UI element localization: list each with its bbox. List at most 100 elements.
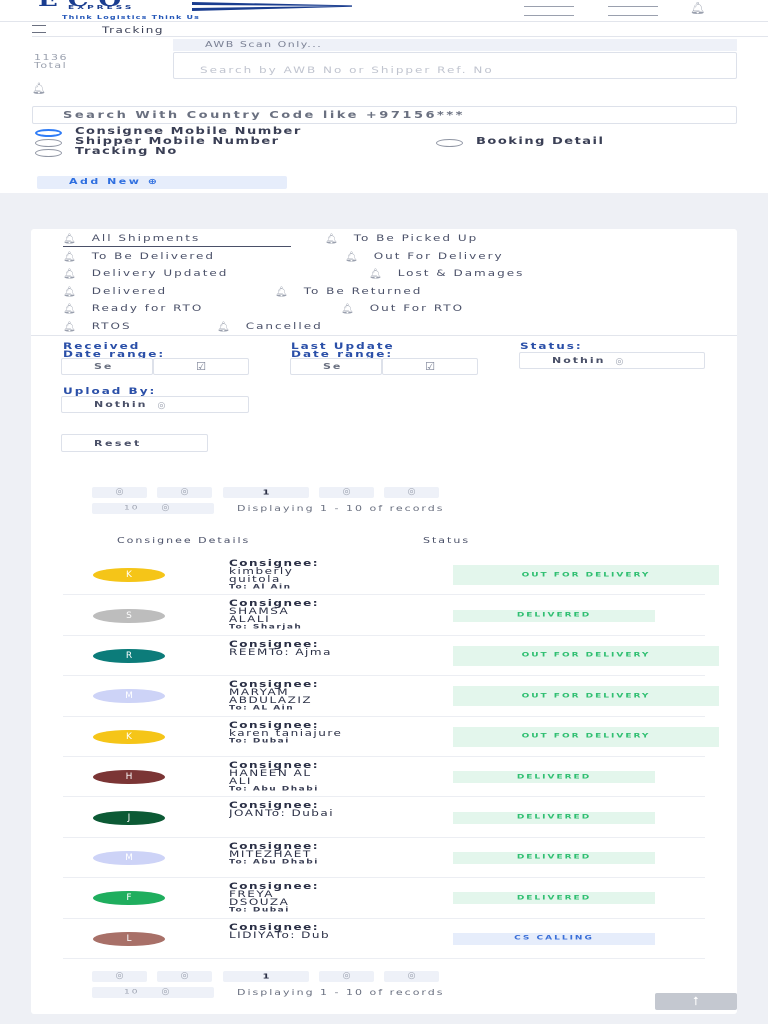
- avatar: S: [93, 608, 165, 623]
- avatar: R: [93, 648, 165, 663]
- brand-sub: EXPRESS: [68, 5, 135, 11]
- destination: To: AL Ain: [229, 704, 295, 712]
- consignee-name: REEMTo: Ajma: [229, 646, 332, 657]
- page-title: Tracking: [102, 24, 164, 36]
- consignee-info: Consignee: MITEZHAET To: Abu Dhabi: [229, 842, 419, 876]
- tab-all-shipments[interactable]: 🔔︎ All Shipments: [63, 231, 200, 245]
- consignee-info: Consignee: SHAMSA ALALI To: Sharjah: [229, 599, 419, 633]
- shipments-table-body: K Consignee: kimberly quitola To: Al Ain OUT …: [63, 555, 719, 959]
- tab-icon: 🔔︎: [63, 234, 78, 245]
- tab-delivery-updated[interactable]: 🔔︎ Delivery Updated: [63, 266, 228, 280]
- consignee-info: Consignee: karen taniajure To: Dubai: [229, 721, 419, 755]
- status-badge: DELIVERED: [453, 811, 655, 824]
- page-size-select[interactable]: 10 ◎: [92, 503, 214, 514]
- consignee-name-line2: ALALI: [229, 614, 271, 625]
- awb-label: AWB Scan Only...: [173, 39, 737, 51]
- table-row[interactable]: J Consignee: JOANTo: Dubai DELIVERED: [63, 797, 705, 838]
- tab-icon: 🔔︎: [63, 269, 78, 280]
- tab-lost-damages[interactable]: 🔔︎ Lost & Damages: [369, 266, 524, 280]
- received-date-input[interactable]: Se: [61, 358, 153, 375]
- shipments-card: 🔔︎ All Shipments 🔔︎ To Be Picked Up 🔔︎ To B…: [31, 229, 737, 1014]
- received-calendar-icon[interactable]: ☑: [153, 358, 249, 375]
- tab-out-for-rto[interactable]: 🔔︎ Out For RTO: [341, 301, 464, 315]
- status-badge: OUT FOR DELIVERY: [453, 645, 719, 666]
- table-row[interactable]: M Consignee: MITEZHAET To: Abu Dhabi DELIVER…: [63, 838, 705, 879]
- tab-out-for-delivery[interactable]: 🔔︎ Out For Delivery: [345, 249, 504, 263]
- last-update-date-input[interactable]: Se: [290, 358, 382, 375]
- avatar: M: [93, 689, 165, 704]
- table-row[interactable]: H Consignee: HANEEN AL ALI To: Abu Dhabi DELI…: [63, 757, 705, 798]
- awb-search-input[interactable]: Search by AWB No or Shipper Ref. No: [173, 52, 737, 79]
- table-row[interactable]: R Consignee: REEMTo: Ajma OUT FOR DELIVERY: [63, 636, 719, 677]
- last-page-button[interactable]: ◎: [384, 487, 439, 498]
- sidebar-toggle-icon[interactable]: [32, 25, 46, 33]
- total-label: Total: [34, 60, 68, 71]
- bell-icon[interactable]: 🔔︎: [32, 82, 46, 95]
- tab-rtos[interactable]: 🔔︎ RTOS: [63, 319, 132, 333]
- reset-button[interactable]: Reset: [61, 434, 208, 452]
- avatar: F: [93, 891, 165, 906]
- radio-shipper-mobile[interactable]: [35, 139, 62, 147]
- table-row[interactable]: K Consignee: karen taniajure To: Dubai OUT F…: [63, 717, 719, 757]
- last-page-button-bottom[interactable]: ◎: [384, 971, 439, 982]
- radio-tracking-no[interactable]: [35, 149, 62, 157]
- tab-cancelled[interactable]: 🔔︎ Cancelled: [217, 319, 323, 333]
- tab-delivered[interactable]: 🔔︎ Delivered: [63, 284, 167, 298]
- tab-to-be-picked-up[interactable]: 🔔︎ To Be Picked Up: [325, 231, 478, 245]
- status-dropdown-icon: ◎: [615, 357, 626, 367]
- upload-by-select[interactable]: Nothin ◎: [61, 396, 249, 413]
- avatar: K: [93, 568, 165, 583]
- prev-page-button-bottom[interactable]: ◎: [157, 971, 212, 982]
- consignee-info: Consignee: JOANTo: Dubai: [229, 801, 419, 835]
- consignee-info: Consignee: FREYA DSOUZA To: Dubai: [229, 882, 419, 916]
- consignee-name: JOANTo: Dubai: [229, 808, 335, 819]
- avatar: L: [93, 931, 165, 946]
- status-badge: OUT FOR DELIVERY: [453, 686, 719, 707]
- current-page-button[interactable]: 1: [223, 487, 309, 498]
- status-filter-label: Status:: [520, 340, 583, 352]
- page-size-select-bottom[interactable]: 10 ◎: [92, 987, 214, 998]
- radio-consignee-mobile[interactable]: [35, 129, 62, 137]
- next-page-button[interactable]: ◎: [319, 487, 374, 498]
- status-badge: DELIVERED: [453, 771, 655, 784]
- avatar: J: [93, 810, 165, 825]
- table-row[interactable]: M Consignee: MARYAM ABDULAZIZ To: AL Ain OUT …: [63, 676, 719, 717]
- list-menu-icon[interactable]: [608, 6, 658, 16]
- menu-icon[interactable]: [524, 6, 574, 16]
- pagination-summary-bottom: Displaying 1 - 10 of records: [237, 987, 445, 998]
- tab-ready-for-rto[interactable]: 🔔︎ Ready for RTO: [63, 301, 203, 315]
- first-page-button[interactable]: ◎: [92, 487, 147, 498]
- destination: To: Al Ain: [229, 583, 292, 591]
- first-page-button-bottom[interactable]: ◎: [92, 971, 147, 982]
- table-row[interactable]: K Consignee: kimberly quitola To: Al Ain OUT …: [63, 555, 719, 596]
- active-tab-underline: [63, 246, 291, 247]
- consignee-name-line2: quitola: [229, 573, 281, 585]
- status-badge: OUT FOR DELIVERY: [453, 565, 719, 586]
- next-page-button-bottom[interactable]: ◎: [319, 971, 374, 982]
- received-date-label: Received Date range:: [63, 340, 166, 360]
- radio-booking-detail[interactable]: [436, 139, 463, 147]
- last-update-calendar-icon[interactable]: ☑: [382, 358, 478, 375]
- tab-icon: 🔔︎: [341, 304, 356, 315]
- page-size-dropdown-icon: ◎: [161, 987, 172, 997]
- prev-page-button[interactable]: ◎: [157, 487, 212, 498]
- tab-to-be-delivered[interactable]: 🔔︎ To Be Delivered: [63, 249, 215, 263]
- arrow-up-icon: ⭡: [693, 994, 699, 1008]
- consignee-info: Consignee: kimberly quitola To: Al Ain: [229, 559, 419, 593]
- table-row[interactable]: F Consignee: FREYA DSOUZA To: Dubai DELIVERED: [63, 878, 705, 919]
- status-filter-select[interactable]: Nothin ◎: [519, 352, 705, 369]
- avatar: M: [93, 850, 165, 865]
- tab-icon: 🔔︎: [345, 252, 360, 263]
- column-header-consignee: Consignee Details: [117, 535, 251, 546]
- add-new-button[interactable]: Add New ⊕: [37, 176, 287, 189]
- brand-swoosh-icon: [192, 2, 352, 11]
- notification-bell-icon[interactable]: 🔔︎: [690, 1, 705, 15]
- brand-logo[interactable]: ECO EXPRESS Think Logistics Think Us: [32, 0, 352, 22]
- table-row[interactable]: S Consignee: SHAMSA ALALI To: Sharjah DELIVER…: [63, 595, 705, 636]
- current-page-button-bottom[interactable]: 1: [223, 971, 309, 982]
- status-badge: CS CALLING: [453, 932, 655, 945]
- table-row[interactable]: L Consignee: LIDIYATo: Dub CS CALLING: [63, 919, 705, 959]
- tab-to-be-returned[interactable]: 🔔︎ To Be Returned: [275, 284, 422, 298]
- scroll-to-top-button[interactable]: ⭡: [655, 993, 737, 1010]
- mobile-search-input[interactable]: Search With Country Code like +97156***: [32, 106, 737, 124]
